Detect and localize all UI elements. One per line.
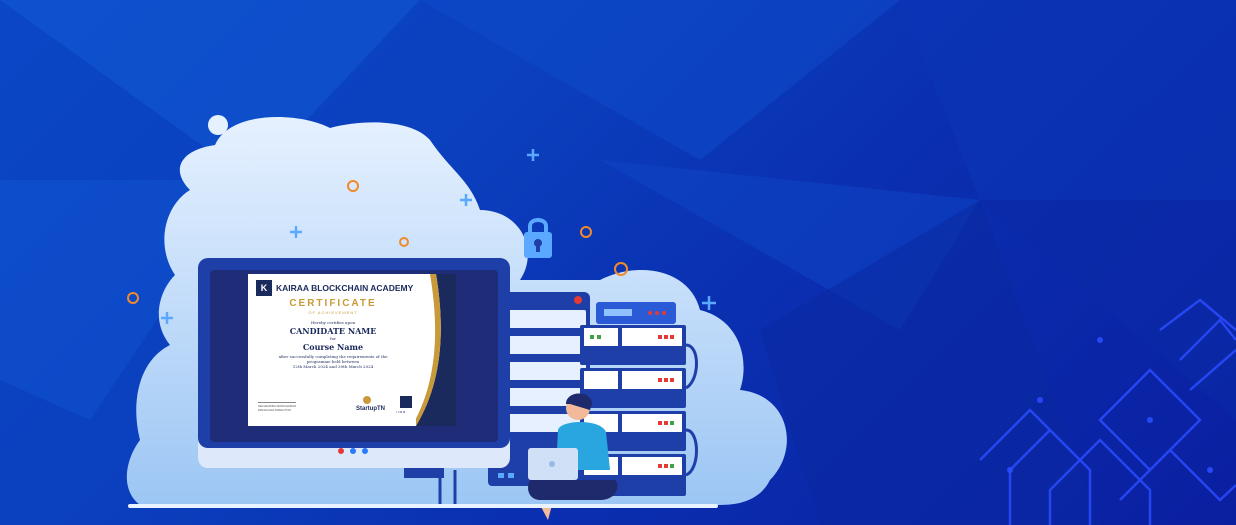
cert-certify-text: Hereby certifies upon: [310, 320, 356, 325]
pagination-dot-2[interactable]: [350, 448, 356, 454]
partner-gmg: GMGSURESH: [426, 411, 446, 415]
ground-line: [128, 504, 718, 508]
certificate-preview: K KAIRAA BLOCKCHAIN ACADEMY CERTIFICATE …: [248, 274, 456, 426]
iimb-badge-icon: [400, 396, 412, 408]
cert-brand-name: KAIRAA BLOCKCHAIN ACADEMY: [276, 283, 414, 293]
gmg-badge-icon: [431, 398, 443, 410]
pagination-dot-3[interactable]: [362, 448, 368, 454]
partner-startuptn: StartupTN: [356, 406, 385, 412]
startuptn-badge-icon: [363, 396, 371, 404]
signatory-role: MANAGING DIRECTOR: [258, 408, 291, 412]
screen-display: K KAIRAA BLOCKCHAIN ACADEMY CERTIFICATE …: [210, 270, 498, 442]
cert-for-text: for: [330, 336, 336, 341]
partner-iimb: IIMB: [396, 410, 407, 414]
cert-dates: 12th March 2024 and 30th March 2024: [292, 364, 374, 369]
illustration: [126, 115, 787, 520]
cert-title: CERTIFICATE: [289, 298, 377, 309]
cert-course-name: Course Name: [302, 342, 364, 352]
hero-banner: K KAIRAA BLOCKCHAIN ACADEMY CERTIFICATE …: [0, 0, 1236, 525]
cert-brand: K KAIRAA BLOCKCHAIN ACADEMY: [256, 280, 413, 296]
cert-subtitle: OF ACHIEVEMENT: [308, 310, 358, 315]
cert-candidate-name: CANDIDATE NAME: [289, 326, 377, 336]
kairaa-logo-icon: K: [256, 280, 272, 296]
pagination-dot-1[interactable]: [338, 448, 344, 454]
monitor-screen: K KAIRAA BLOCKCHAIN ACADEMY CERTIFICATE …: [198, 258, 510, 468]
pagination-dots[interactable]: [338, 448, 368, 454]
lock-icon: [524, 218, 552, 258]
